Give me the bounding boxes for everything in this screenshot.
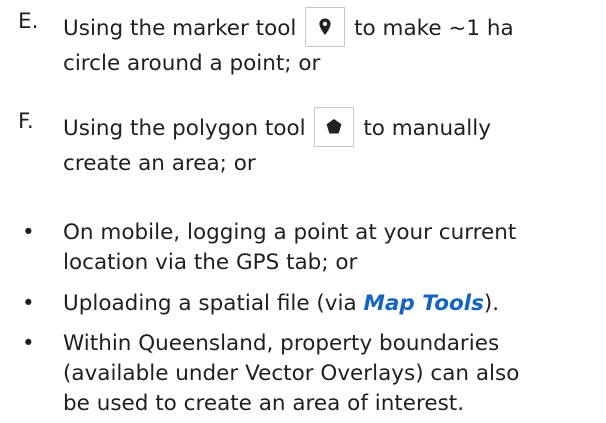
map-tools-link[interactable]: Map Tools xyxy=(364,291,484,316)
bullet-item-queensland-content: Within Queensland, property boundaries (… xyxy=(63,329,603,419)
bullet-item-upload-file-suffix: ). xyxy=(483,291,500,316)
list-item-f-content: Using the polygon tool to manually creat… xyxy=(63,107,603,179)
pentagon-polygon-icon xyxy=(327,119,342,134)
bullet-marker: • xyxy=(22,291,35,316)
bullet-item-queensland-line-1: Within Queensland, property boundaries xyxy=(63,331,500,356)
bullet-marker: • xyxy=(22,331,35,356)
list-item-f-text-before: Using the polygon tool xyxy=(63,116,306,141)
bullet-item-queensland-line-3: be used to create an area of interest. xyxy=(63,391,465,416)
polygon-tool-button[interactable] xyxy=(314,107,355,147)
bullet-item-upload-file-content: Uploading a spatial file (via Map Tools)… xyxy=(63,289,603,319)
map-marker-icon xyxy=(319,18,331,35)
bullet-marker: • xyxy=(22,220,35,245)
list-item-f-line-2: create an area; or xyxy=(63,151,256,176)
list-item-e-text-after: to make ~1 ha xyxy=(354,16,514,41)
list-item-f-text-after: to manually xyxy=(363,116,491,141)
list-item-e-line-2: circle around a point; or xyxy=(63,51,321,76)
list-marker-f: F. xyxy=(18,109,34,134)
marker-tool-button[interactable] xyxy=(305,7,346,47)
list-item-e-content: Using the marker tool to make ~1 ha circ… xyxy=(63,7,603,79)
bullet-item-queensland-line-2: (available under Vector Overlays) can al… xyxy=(63,361,520,386)
bullet-item-mobile-gps-line-2: location via the GPS tab; or xyxy=(63,250,358,275)
list-item-f-line-1: Using the polygon tool to manually xyxy=(63,107,603,147)
bullet-item-mobile-gps-line-1: On mobile, logging a point at your curre… xyxy=(63,220,517,245)
list-marker-e: E. xyxy=(18,9,39,34)
bullet-item-upload-file-prefix: Uploading a spatial file (via xyxy=(63,291,364,316)
bullet-item-mobile-gps-content: On mobile, logging a point at your curre… xyxy=(63,218,603,278)
list-item-e-line-1: Using the marker tool to make ~1 ha xyxy=(63,7,603,47)
list-item-e-text-before: Using the marker tool xyxy=(63,16,297,41)
